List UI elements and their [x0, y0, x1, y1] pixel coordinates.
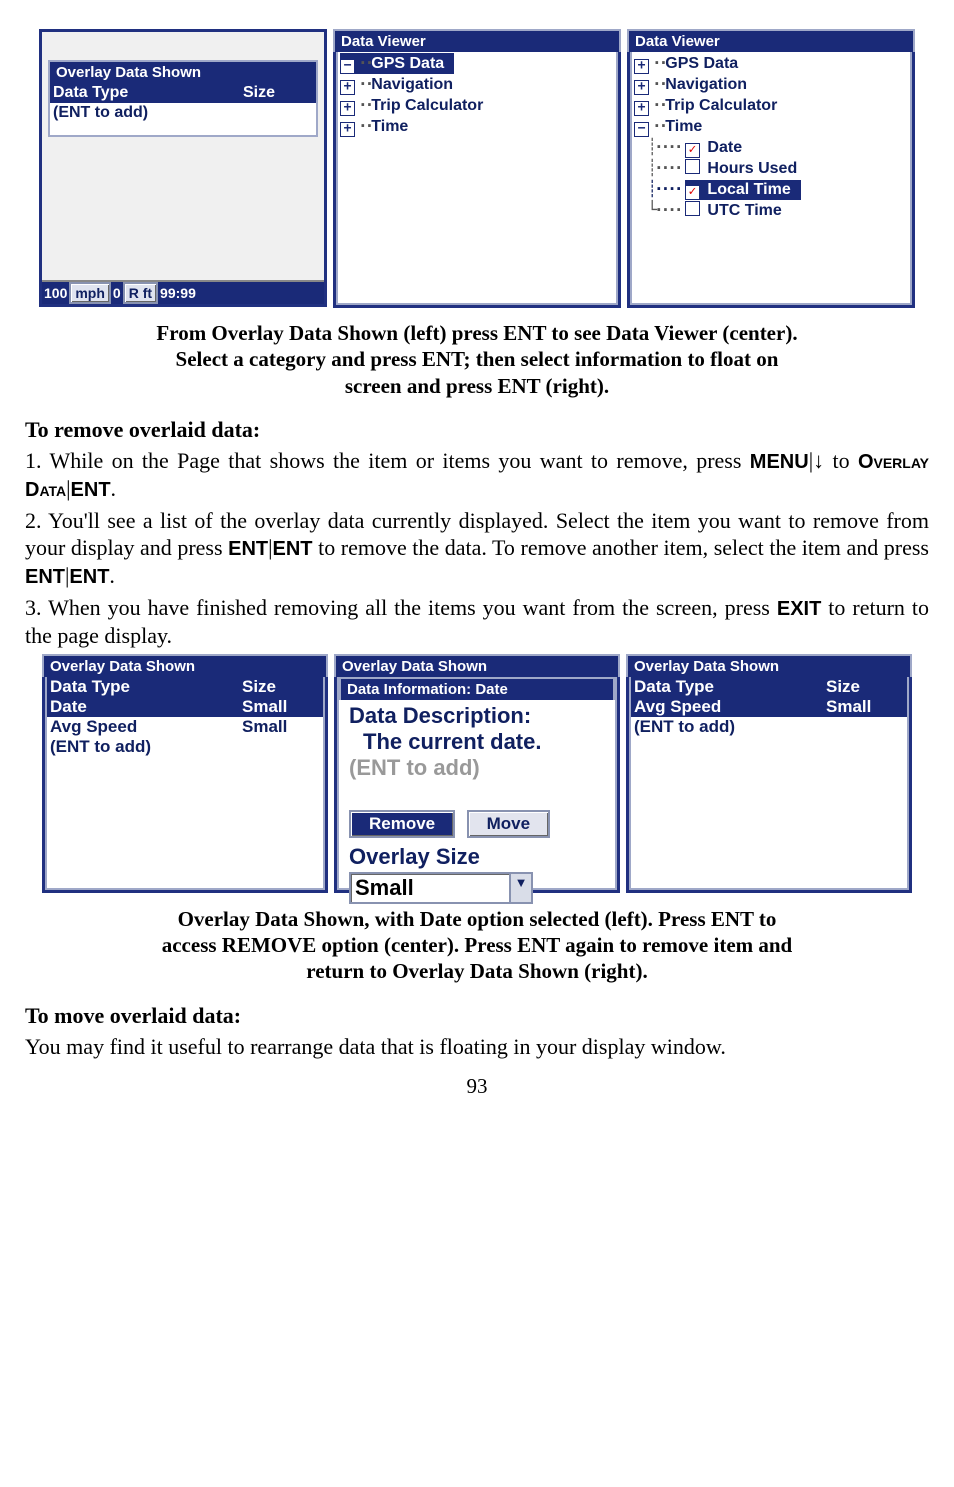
overlay-data-panel-right2: Overlay Data Shown Data TypeSize Avg Spe… [626, 654, 912, 894]
status-alt-unit: R ft [123, 282, 158, 304]
data-viewer-panel-center: Data Viewer ··GPS Data ··Navigation ··Tr… [333, 29, 621, 308]
ent-to-add-row[interactable]: (ENT to add) [47, 737, 323, 757]
panel-title: Data Viewer [627, 29, 915, 52]
expand-icon[interactable] [340, 122, 355, 137]
col-data-type: Data Type [53, 84, 243, 102]
section-heading-remove: To remove overlaid data: [25, 417, 929, 443]
move-button[interactable]: Move [467, 810, 550, 838]
tree-item[interactable]: ··Navigation [634, 74, 908, 95]
list-item[interactable]: Avg SpeedSmall [47, 717, 323, 737]
unchecked-icon[interactable] [685, 159, 700, 174]
step-3: 3. When you have finished removing all t… [25, 594, 929, 650]
status-time: 99:99 [158, 282, 324, 304]
panel-title: Overlay Data Shown [334, 654, 620, 677]
panel-title: Overlay Data Shown [42, 654, 328, 677]
tree-child[interactable]: ┊···· Date [634, 137, 908, 158]
dropdown-value: Small [351, 874, 509, 902]
data-viewer-panel-right: Data Viewer ··GPS Data ··Navigation ··Tr… [627, 29, 915, 308]
expand-icon[interactable] [634, 101, 649, 116]
figure2-caption: Overlay Data Shown, with Date option sel… [25, 906, 929, 985]
figure1-caption: From Overlay Data Shown (left) press ENT… [25, 320, 929, 399]
col-size: Size [243, 84, 313, 102]
unchecked-icon[interactable] [685, 201, 700, 216]
overlay-data-panel-left: Overlay Data Shown Data Type Size (ENT t… [39, 29, 327, 307]
list-item[interactable]: Avg SpeedSmall [631, 697, 907, 717]
remove-button[interactable]: Remove [349, 810, 455, 838]
column-headers: Data TypeSize [631, 677, 907, 697]
list-item[interactable]: DateSmall [47, 697, 323, 717]
description-label: Data Description: [349, 703, 609, 729]
panel-title: Overlay Data Shown [48, 60, 318, 83]
tree-child[interactable]: ┊···· Hours Used [634, 158, 908, 179]
tree-item[interactable]: ··Navigation [340, 74, 614, 95]
tree-item[interactable]: ··GPS Data [340, 53, 614, 74]
status-bar: 100 mph 0 R ft 99:99 [42, 280, 324, 304]
collapse-icon[interactable] [634, 122, 649, 137]
move-paragraph: You may find it useful to rearrange data… [25, 1033, 929, 1061]
status-speed: 100 [42, 282, 69, 304]
tree-item[interactable]: ··Time [634, 116, 908, 137]
description-text: The current date. [349, 729, 609, 755]
tree-item[interactable]: ··GPS Data [634, 53, 908, 74]
tree-item[interactable]: ··Time [340, 116, 614, 137]
figure2-row: Overlay Data Shown Data TypeSize DateSma… [25, 654, 929, 894]
overlay-info-panel-center: Overlay Data Shown Data Information: Dat… [334, 654, 620, 894]
status-speed-unit: mph [69, 282, 111, 304]
checked-icon[interactable] [685, 143, 700, 158]
info-title: Data Information: Date [339, 677, 615, 700]
expand-icon[interactable] [634, 80, 649, 95]
panel-title: Overlay Data Shown [626, 654, 912, 677]
section-heading-move: To move overlaid data: [25, 1003, 929, 1029]
panel-title: Data Viewer [333, 29, 621, 52]
tree-child[interactable]: ┊···· Local Time [634, 179, 908, 200]
column-headers: Data Type Size [50, 83, 316, 103]
checked-icon[interactable] [685, 185, 700, 200]
tree-child[interactable]: └···· UTC Time [634, 200, 908, 221]
page-number: 93 [25, 1074, 929, 1099]
overlay-data-panel-left2: Overlay Data Shown Data TypeSize DateSma… [42, 654, 328, 894]
tree-item[interactable]: ··Trip Calculator [340, 95, 614, 116]
expand-icon[interactable] [340, 101, 355, 116]
tree-item[interactable]: ··Trip Calculator [634, 95, 908, 116]
ent-to-add-row[interactable]: (ENT to add) [50, 103, 316, 123]
figure1-row: Overlay Data Shown Data Type Size (ENT t… [25, 29, 929, 308]
chevron-down-icon[interactable] [509, 874, 531, 902]
ghost-text: (ENT to add) [349, 755, 609, 781]
status-alt: 0 [111, 282, 123, 304]
expand-icon[interactable] [634, 59, 649, 74]
column-headers: Data TypeSize [47, 677, 323, 697]
overlay-size-label: Overlay Size [349, 844, 609, 870]
step-2: 2. You'll see a list of the overlay data… [25, 507, 929, 591]
overlay-size-dropdown[interactable]: Small [349, 872, 533, 904]
step-1: 1. While on the Page that shows the item… [25, 447, 929, 503]
ent-to-add-row[interactable]: (ENT to add) [631, 717, 907, 737]
expand-icon[interactable] [340, 80, 355, 95]
collapse-icon[interactable] [340, 59, 355, 74]
